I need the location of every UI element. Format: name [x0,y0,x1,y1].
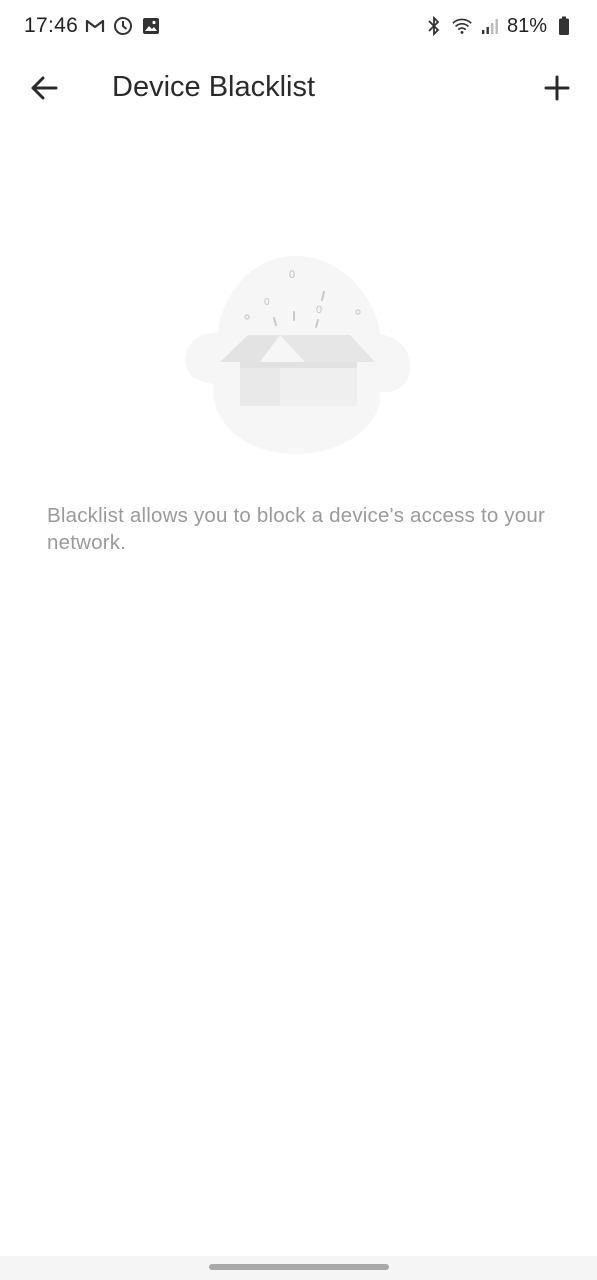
bluetooth-icon [423,15,445,37]
svg-text:0: 0 [289,269,295,281]
signal-icon [479,15,501,37]
svg-text:0: 0 [316,304,322,316]
clock-icon [112,15,134,37]
battery-percentage: 81% [506,14,547,37]
arrow-left-icon [31,76,58,100]
gallery-icon [140,15,162,37]
app-bar: Device Blacklist [0,52,597,122]
navigation-bar [0,1256,597,1280]
status-time: 17:46 [24,14,79,37]
plus-icon [544,75,570,101]
wifi-icon [451,15,473,37]
home-indicator[interactable] [209,1264,389,1270]
status-right: 81% [423,15,575,38]
gmail-icon [84,15,106,37]
add-device-button[interactable] [535,66,579,110]
status-bar: 17:46 81% [0,0,597,52]
empty-state-message: Blacklist allows you to block a device's… [47,504,546,554]
back-button[interactable] [22,66,66,110]
svg-text:0: 0 [264,297,270,308]
page-title: Device Blacklist [112,71,316,103]
open-box-icon: 0 0 0 [178,250,418,460]
status-left: 17:46 [24,14,162,38]
battery-icon [553,15,575,37]
